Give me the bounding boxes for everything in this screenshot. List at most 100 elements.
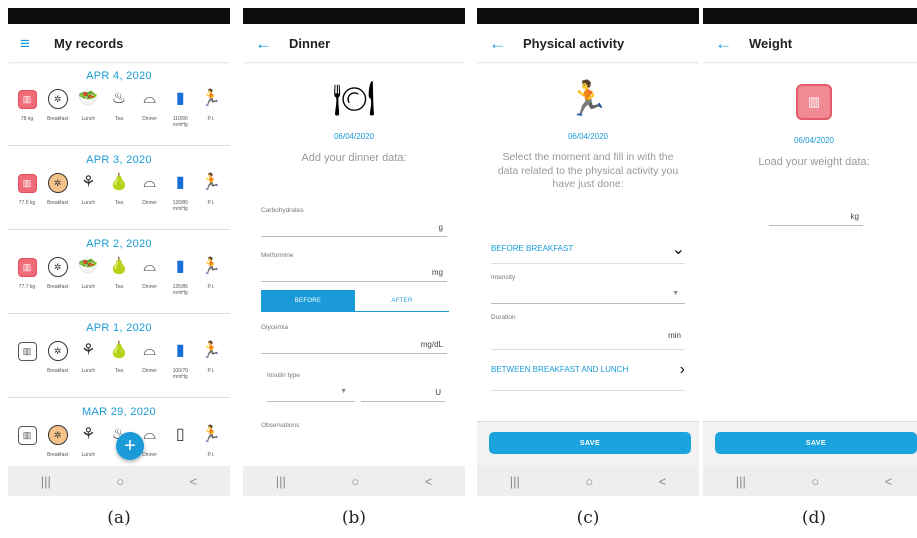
- plate-icon[interactable]: ✲: [47, 257, 68, 277]
- tea-icon[interactable]: 🍐: [108, 340, 130, 362]
- cloche-icon[interactable]: ⌓: [139, 172, 161, 194]
- form-subtitle: Add your dinner data:: [301, 152, 407, 164]
- weight-field[interactable]: kg: [769, 202, 863, 226]
- page-title: Weight: [749, 35, 793, 51]
- back-button[interactable]: <: [885, 474, 893, 489]
- after-tab[interactable]: AFTER: [355, 290, 449, 311]
- day-card[interactable]: APR 2, 2020 ▥ 77.7 kg ✲ Breakfast 🥗 Lunch 🍐…: [8, 230, 230, 314]
- system-nav-bar: ||| ○ <: [8, 466, 230, 496]
- plate-icon[interactable]: ✲: [47, 425, 68, 445]
- home-button[interactable]: ○: [811, 474, 819, 489]
- status-bar: [477, 8, 699, 24]
- scale-icon[interactable]: ▥: [17, 89, 37, 109]
- cloche-icon[interactable]: ⌓: [139, 340, 161, 362]
- page-title: Dinner: [289, 35, 331, 51]
- observations-label: Observations: [261, 422, 300, 429]
- entry-date: 06/04/2020: [793, 136, 835, 145]
- day-card[interactable]: APR 1, 2020 ▥ ✲ Breakfast ⚘ Lunch 🍐 Tea ⌓ Di…: [8, 314, 230, 398]
- blood-pressure-icon[interactable]: ▯: [169, 424, 191, 446]
- app-bar: ≡ My records: [8, 24, 230, 62]
- scale-icon[interactable]: ▥: [17, 173, 37, 193]
- back-button[interactable]: <: [190, 474, 198, 489]
- runner-icon[interactable]: 🏃: [200, 172, 222, 194]
- lunch-icon[interactable]: 🥗: [77, 88, 99, 110]
- caption-c: (c): [576, 508, 600, 528]
- back-arrow-icon[interactable]: ←: [255, 35, 281, 52]
- back-button[interactable]: <: [659, 474, 667, 489]
- recent-apps-button[interactable]: |||: [510, 474, 520, 489]
- scale-icon: ▥: [796, 84, 832, 120]
- metformine-field[interactable]: Metformine mg: [261, 252, 447, 282]
- plate-icon[interactable]: ✲: [47, 341, 68, 361]
- records-list[interactable]: APR 4, 2020 ▥ 78 kg ✲ Breakfast 🥗 Lunch ♨ Te…: [8, 62, 230, 466]
- insulin-units-field[interactable]: U: [361, 372, 445, 402]
- lunch-icon[interactable]: ⚘: [77, 424, 99, 446]
- insulin-type-select[interactable]: Insulin type ▼: [267, 372, 355, 402]
- lunch-icon[interactable]: ⚘: [77, 172, 99, 194]
- blood-pressure-icon[interactable]: ▮: [169, 172, 191, 194]
- page-title: Physical activity: [523, 35, 625, 51]
- runner-icon[interactable]: 🏃: [200, 88, 222, 110]
- before-after-toggle[interactable]: BEFORE AFTER: [261, 290, 449, 312]
- save-button[interactable]: SAVE: [715, 432, 917, 454]
- system-nav-bar: ||| ○ <: [703, 466, 917, 496]
- plate-icon[interactable]: ✲: [47, 173, 68, 193]
- section-between-breakfast-lunch[interactable]: BETWEEN BREAKFAST AND LUNCH ›: [491, 349, 685, 391]
- home-button[interactable]: ○: [585, 474, 593, 489]
- chevron-down-icon: ⌄: [671, 240, 685, 258]
- glycemia-field[interactable]: Glycemia mg/dL: [261, 324, 447, 354]
- dropdown-arrow-icon: ▼: [672, 290, 679, 297]
- carbohydrates-field[interactable]: Carbohydrates g: [261, 207, 447, 237]
- menu-icon[interactable]: ≡: [20, 35, 46, 52]
- back-arrow-icon[interactable]: ←: [489, 35, 515, 52]
- caption-a: (a): [107, 508, 131, 528]
- scale-icon[interactable]: ▥: [17, 257, 37, 277]
- caption-b: (b): [341, 508, 367, 528]
- scale-icon[interactable]: ▥: [17, 341, 37, 361]
- home-button[interactable]: ○: [116, 474, 124, 489]
- form-subtitle: Load your weight data:: [758, 156, 870, 168]
- caption-d: (d): [801, 508, 827, 528]
- recent-apps-button[interactable]: |||: [276, 474, 286, 489]
- runner-icon[interactable]: 🏃: [200, 424, 222, 446]
- add-record-button[interactable]: +: [116, 432, 144, 460]
- blood-pressure-icon[interactable]: ▮: [169, 256, 191, 278]
- intensity-select[interactable]: Intensity ▼: [491, 274, 685, 304]
- status-bar: [8, 8, 230, 24]
- weight-form: ▥ 06/04/2020 Load your weight data: kg: [703, 62, 917, 466]
- scale-icon[interactable]: ▥: [17, 425, 37, 445]
- tea-icon[interactable]: 🍐: [108, 256, 130, 278]
- tea-icon[interactable]: ♨: [108, 88, 130, 110]
- blood-pressure-icon[interactable]: ▮: [169, 88, 191, 110]
- tea-icon[interactable]: 🍐: [108, 172, 130, 194]
- day-date: APR 1, 2020: [86, 322, 152, 334]
- plate-icon[interactable]: ✲: [47, 89, 68, 109]
- day-card[interactable]: APR 4, 2020 ▥ 78 kg ✲ Breakfast 🥗 Lunch ♨ Te…: [8, 62, 230, 146]
- cloche-icon[interactable]: ⌓: [139, 88, 161, 110]
- status-bar: [703, 8, 917, 24]
- day-date: APR 4, 2020: [86, 70, 152, 82]
- app-bar: ← Dinner: [243, 24, 465, 62]
- day-date: APR 3, 2020: [86, 154, 152, 166]
- recent-apps-button[interactable]: |||: [41, 474, 51, 489]
- runner-icon[interactable]: 🏃: [200, 340, 222, 362]
- save-button[interactable]: SAVE: [489, 432, 691, 454]
- duration-field[interactable]: Duration min: [491, 314, 685, 344]
- back-button[interactable]: <: [425, 474, 433, 489]
- phone-my-records: ≡ My records APR 4, 2020 ▥ 78 kg ✲ Breakfa…: [8, 8, 230, 496]
- runner-icon[interactable]: 🏃: [200, 256, 222, 278]
- day-card[interactable]: APR 3, 2020 ▥ 77.5 kg ✲ Breakfast ⚘ Lunch 🍐…: [8, 146, 230, 230]
- lunch-icon[interactable]: ⚘: [77, 340, 99, 362]
- entry-date: 06/04/2020: [567, 132, 609, 141]
- back-arrow-icon[interactable]: ←: [715, 35, 741, 52]
- screenshot-collage: ≡ My records APR 4, 2020 ▥ 78 kg ✲ Breakfa…: [0, 0, 917, 538]
- dropdown-arrow-icon: ▼: [340, 388, 347, 395]
- before-tab[interactable]: BEFORE: [261, 290, 355, 311]
- section-before-breakfast[interactable]: BEFORE BREAKFAST ⌄: [491, 234, 685, 264]
- recent-apps-button[interactable]: |||: [736, 474, 746, 489]
- blood-pressure-icon[interactable]: ▮: [169, 340, 191, 362]
- home-button[interactable]: ○: [351, 474, 359, 489]
- lunch-icon[interactable]: 🥗: [77, 256, 99, 278]
- cloche-icon[interactable]: ⌓: [139, 256, 161, 278]
- runner-icon: 🏃: [566, 80, 610, 118]
